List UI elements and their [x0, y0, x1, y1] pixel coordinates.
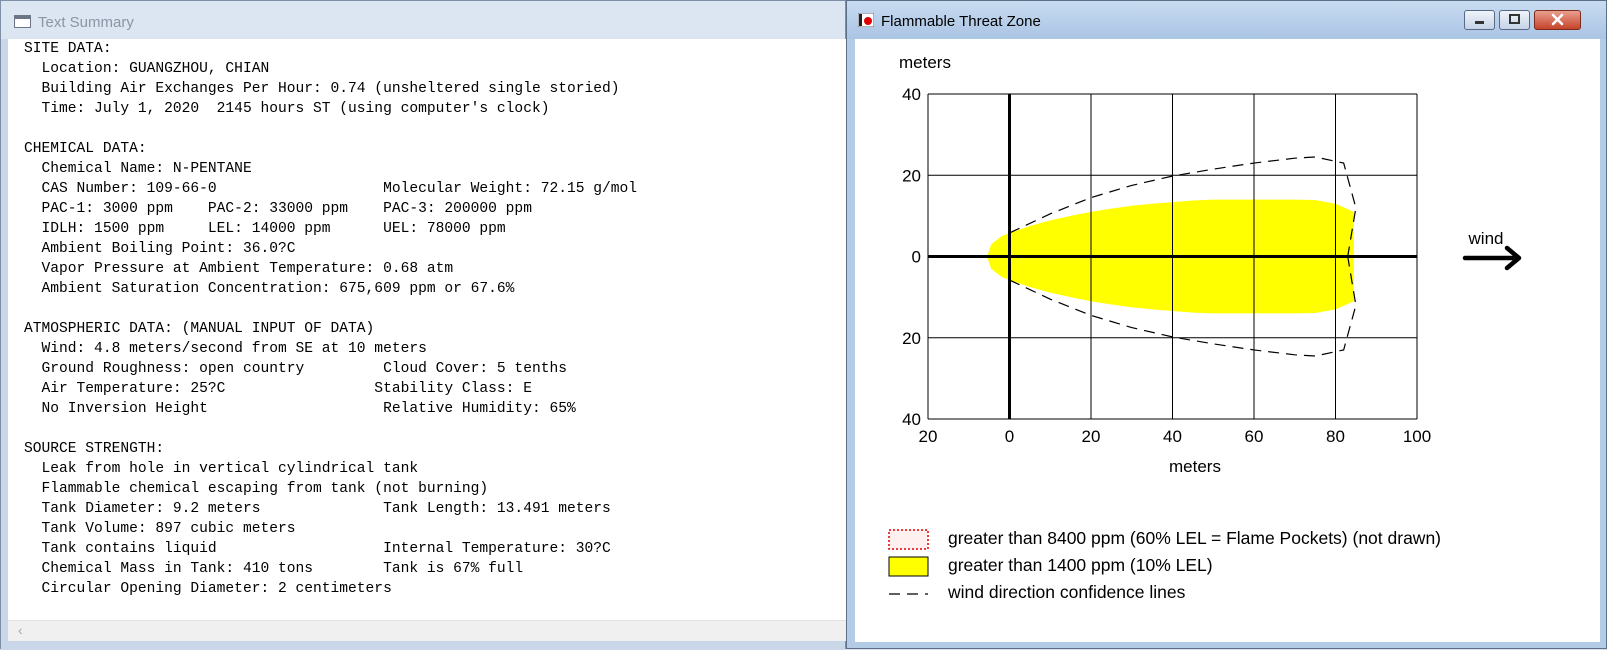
summary-line: PAC-1: 3000 ppm PAC-2: 33000 ppm PAC-3: … [24, 201, 532, 217]
threat-zone-window: Flammable Threat Zone 20 0 20 40 60 80 100 40 20… [846, 0, 1607, 649]
summary-line [24, 119, 637, 139]
threat-zone-title: Flammable Threat Zone [881, 13, 1041, 30]
summary-line: Chemical Mass in Tank: 410 tons Tank is … [24, 561, 524, 577]
summary-line: Tank Volume: 897 cubic meters [24, 521, 296, 537]
legend-label: greater than 1400 ppm (10% LEL) [948, 555, 1213, 575]
summary-line: Wind: 4.8 meters/second from SE at 10 me… [24, 341, 427, 357]
y-tick-label: 40 [902, 85, 921, 104]
x-tick-label: 20 [919, 427, 938, 446]
app-icon [858, 13, 874, 27]
threat-zone-swatch [888, 556, 929, 577]
summary-line: Building Air Exchanges Per Hour: 0.74 (u… [24, 81, 620, 97]
y-tick-label: 20 [902, 166, 921, 185]
summary-line: SITE DATA: [24, 41, 112, 57]
summary-line: Location: GUANGZHOU, CHIAN [24, 61, 270, 77]
y-tick-label: 0 [912, 248, 921, 267]
summary-line: Chemical Name: N-PENTANE [24, 161, 252, 177]
summary-line: Circular Opening Diameter: 2 centimeters [24, 581, 392, 597]
y-tick-label: 20 [902, 329, 921, 348]
summary-line: Ground Roughness: open country Cloud Cov… [24, 361, 567, 377]
scroll-left-icon[interactable]: ‹ [18, 622, 23, 638]
legend-item: wind direction confidence lines [889, 582, 1186, 602]
summary-line: Air Temperature: 25?C Stability Class: E [24, 381, 532, 397]
legend-item: greater than 8400 ppm (60% LEL = Flame P… [888, 528, 1441, 550]
summary-line: Ambient Saturation Concentration: 675,60… [24, 281, 515, 297]
threat-zone-chart: 20 0 20 40 60 80 100402002040 meters meters wi… [888, 53, 1522, 602]
threat-zone-title-bar[interactable]: Flammable Threat Zone [847, 1, 1606, 39]
summary-line: No Inversion Height Relative Humidity: 6… [24, 401, 576, 417]
wind-arrow-icon [1462, 245, 1522, 271]
legend: greater than 8400 ppm (60% LEL = Flame P… [888, 528, 1441, 602]
summary-line: CHEMICAL DATA: [24, 141, 147, 157]
flame-pocket-swatch [888, 529, 929, 550]
summary-text: SITE DATA: Location: GUANGZHOU, CHIAN Bu… [24, 39, 637, 599]
summary-line: ATMOSPHERIC DATA: (MANUAL INPUT OF DATA) [24, 321, 375, 337]
minimize-button[interactable] [1464, 10, 1495, 30]
summary-line [24, 299, 637, 319]
text-summary-title-bar[interactable]: Text Summary [1, 1, 845, 39]
x-tick-label: 100 [1403, 427, 1431, 446]
summary-line [24, 419, 637, 439]
x-tick-label: 60 [1245, 427, 1264, 446]
text-summary-window: Text Summary SITE DATA: Location: GUANGZ… [0, 0, 846, 650]
summary-line: CAS Number: 109-66-0 Molecular Weight: 7… [24, 181, 638, 197]
x-tick-label: 80 [1326, 427, 1345, 446]
legend-label: greater than 8400 ppm (60% LEL = Flame P… [948, 528, 1441, 548]
wind-label: wind [1468, 229, 1504, 248]
y-axis-label: meters [899, 53, 951, 72]
maximize-icon [1509, 14, 1520, 24]
summary-line: Leak from hole in vertical cylindrical t… [24, 461, 419, 477]
summary-line: Vapor Pressure at Ambient Temperature: 0… [24, 261, 454, 277]
y-tick-label: 40 [902, 410, 921, 429]
summary-line: Ambient Boiling Point: 36.0?C [24, 241, 296, 257]
summary-line: Flammable chemical escaping from tank (n… [24, 481, 489, 497]
x-tick-label: 40 [1163, 427, 1182, 446]
summary-line: Tank Diameter: 9.2 meters Tank Length: 1… [24, 501, 611, 517]
window-icon [14, 15, 31, 28]
x-axis-label: meters [1169, 457, 1221, 476]
close-icon [1551, 13, 1564, 26]
horizontal-scrollbar[interactable]: ‹ [8, 620, 846, 641]
maximize-button[interactable] [1499, 10, 1530, 30]
wind-arrow: wind [1462, 229, 1522, 271]
x-tick-label: 0 [1005, 427, 1014, 446]
legend-item: greater than 1400 ppm (10% LEL) [888, 555, 1213, 577]
text-summary-title: Text Summary [38, 14, 134, 31]
summary-line: SOURCE STRENGTH: [24, 441, 165, 457]
threat-zone-plot-area: 20 0 20 40 60 80 100 40 20 0 20 40 meters meters wi… [855, 39, 1600, 642]
summary-line: Time: July 1, 2020 2145 hours ST (using … [24, 101, 550, 117]
summary-line: Tank contains liquid Internal Temperatur… [24, 541, 611, 557]
minimize-icon [1475, 21, 1484, 24]
text-summary-content[interactable]: SITE DATA: Location: GUANGZHOU, CHIAN Bu… [8, 39, 846, 620]
x-tick-label: 20 [1082, 427, 1101, 446]
close-button[interactable] [1534, 10, 1581, 30]
legend-label: wind direction confidence lines [947, 582, 1186, 602]
summary-line: IDLH: 1500 ppm LEL: 14000 ppm UEL: 78000… [24, 221, 506, 237]
